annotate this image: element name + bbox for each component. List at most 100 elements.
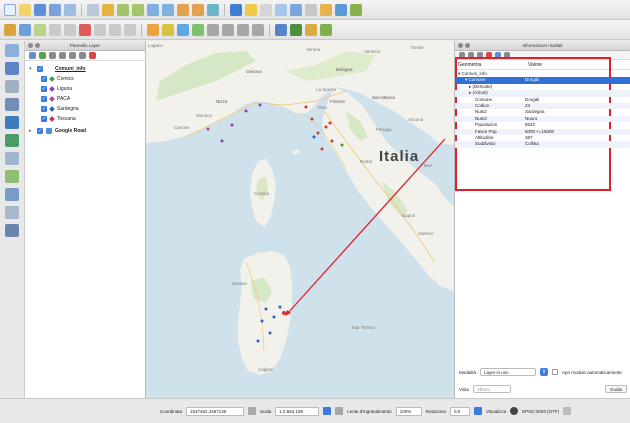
toggle-editing-icon[interactable] xyxy=(4,23,16,36)
add-vector-icon[interactable] xyxy=(5,44,19,57)
diagram-tool-icon[interactable] xyxy=(237,23,249,36)
collapse-all-icon[interactable] xyxy=(79,52,86,59)
layer-group-comuni-info[interactable]: ▾ ✓ Comuni_info xyxy=(29,65,86,73)
node-tool-icon[interactable] xyxy=(64,23,76,36)
select-features-icon[interactable] xyxy=(245,3,257,16)
expand-new-icon[interactable] xyxy=(477,52,483,58)
zoom-in-icon[interactable] xyxy=(117,3,129,16)
crs-label[interactable]: EPSG:3003 (OTF) xyxy=(522,409,559,414)
layer-checkbox[interactable]: ✓ xyxy=(41,106,47,112)
cut-features-icon[interactable] xyxy=(94,23,106,36)
add-wms-icon[interactable] xyxy=(275,23,287,36)
add-wcs-icon[interactable] xyxy=(5,152,19,165)
label-tool-icon[interactable] xyxy=(147,23,159,36)
close-panel-icon[interactable] xyxy=(458,43,463,48)
add-mssql-icon[interactable] xyxy=(5,116,19,129)
refresh-icon[interactable] xyxy=(207,3,219,16)
add-postgis-icon[interactable] xyxy=(5,80,19,93)
annotation-icon[interactable] xyxy=(335,3,347,16)
add-feature-icon[interactable] xyxy=(34,23,46,36)
clear-results-icon[interactable] xyxy=(486,52,492,58)
paste-features-icon[interactable] xyxy=(124,23,136,36)
new-project-icon[interactable] xyxy=(4,3,16,16)
change-label-icon[interactable] xyxy=(222,23,234,36)
render-checkbox[interactable] xyxy=(473,407,482,415)
magnifier-field[interactable]: 100% xyxy=(395,406,422,416)
float-panel-icon[interactable] xyxy=(465,43,470,48)
copy-features-icon[interactable] xyxy=(109,23,121,36)
rotation-field[interactable]: 0,0 xyxy=(449,406,470,416)
close-panel-icon[interactable] xyxy=(28,43,33,48)
coordinate-field[interactable]: 1537462,4467139 xyxy=(186,406,245,416)
layer-item[interactable]: ✓ Toscana xyxy=(41,115,76,123)
layer-item[interactable]: ✓ Sardegna xyxy=(41,105,79,113)
add-virtual-layer-icon[interactable] xyxy=(5,224,19,237)
view-select[interactable]: Albero xyxy=(472,385,511,393)
measure-icon[interactable] xyxy=(320,3,332,16)
python-icon[interactable] xyxy=(305,23,317,36)
move-label-icon[interactable] xyxy=(192,23,204,36)
zoom-next-icon[interactable] xyxy=(192,3,204,16)
pin-labels-icon[interactable] xyxy=(162,23,174,36)
dropdown-arrow-icon[interactable]: ⇕ xyxy=(540,368,549,376)
new-shapefile-icon[interactable] xyxy=(5,206,19,219)
crs-globe-icon[interactable] xyxy=(510,407,519,415)
add-group-icon[interactable] xyxy=(39,52,46,59)
add-raster-icon[interactable] xyxy=(5,62,19,75)
zoom-layer-icon[interactable] xyxy=(162,3,174,16)
collapse-tree-icon[interactable] xyxy=(468,52,474,58)
move-feature-icon[interactable] xyxy=(49,23,61,36)
scale-dropdown-icon[interactable] xyxy=(323,407,332,415)
pan-icon[interactable] xyxy=(87,3,99,16)
layer-item[interactable]: ✓ Comics xyxy=(41,75,74,83)
result-row[interactable]: Suddivisio Collina xyxy=(455,141,630,147)
add-wfs-layer-icon[interactable] xyxy=(5,170,19,183)
auto-open-checkbox[interactable] xyxy=(552,369,559,375)
expand-all-icon[interactable] xyxy=(69,52,76,59)
visibility-icon[interactable] xyxy=(49,52,56,59)
map-tips-icon[interactable] xyxy=(350,3,362,16)
save-as-icon[interactable] xyxy=(49,3,61,16)
layer-checkbox[interactable]: ✓ xyxy=(37,66,43,72)
save-project-icon[interactable] xyxy=(34,3,46,16)
map-canvas[interactable]: Lugano Verona Venezia Trieste Genova Bol… xyxy=(146,41,454,398)
mode-select[interactable]: Layer in uso xyxy=(480,368,537,376)
zoom-last-icon[interactable] xyxy=(177,3,189,16)
layer-item[interactable]: ✓ PACA xyxy=(41,95,70,103)
statistics-icon[interactable] xyxy=(305,3,317,16)
layer-item[interactable]: ✓ Liguria xyxy=(41,85,72,93)
messages-icon[interactable] xyxy=(563,407,572,415)
digitize-tool-icon[interactable] xyxy=(252,23,264,36)
attribute-table-icon[interactable] xyxy=(275,3,287,16)
identify-icon[interactable] xyxy=(230,3,242,16)
zoom-out-icon[interactable] xyxy=(132,3,144,16)
add-spatialite-icon[interactable] xyxy=(5,98,19,111)
layer-google-road[interactable]: ▸ ✓ Google Road xyxy=(29,127,86,135)
save-edits-icon[interactable] xyxy=(19,23,31,36)
layer-checkbox[interactable]: ✓ xyxy=(41,76,47,82)
layer-checkbox[interactable]: ✓ xyxy=(41,96,47,102)
deselect-icon[interactable] xyxy=(260,3,272,16)
field-calculator-icon[interactable] xyxy=(290,3,302,16)
layer-checkbox[interactable]: ✓ xyxy=(41,116,47,122)
add-wms-layer-icon[interactable] xyxy=(5,134,19,147)
pan-to-selection-icon[interactable] xyxy=(102,3,114,16)
print-results-icon[interactable] xyxy=(504,52,510,58)
value-column-header[interactable]: Valore xyxy=(525,61,542,69)
delete-selected-icon[interactable] xyxy=(79,23,91,36)
filter-legend-icon[interactable] xyxy=(59,52,66,59)
add-delimited-text-icon[interactable] xyxy=(5,188,19,201)
expand-arrow-icon[interactable]: ▾ xyxy=(29,66,34,72)
remove-layer-icon[interactable] xyxy=(89,52,96,59)
lock-scale-icon[interactable] xyxy=(335,407,344,415)
layer-checkbox[interactable]: ✓ xyxy=(37,128,43,134)
print-layout-icon[interactable] xyxy=(64,3,76,16)
float-panel-icon[interactable] xyxy=(35,43,40,48)
add-wfs-icon[interactable] xyxy=(290,23,302,36)
open-project-icon[interactable] xyxy=(19,3,31,16)
copy-feature-icon[interactable] xyxy=(495,52,501,58)
open-styling-icon[interactable] xyxy=(29,52,36,59)
toggle-extents-icon[interactable] xyxy=(248,407,257,415)
zoom-full-icon[interactable] xyxy=(147,3,159,16)
expand-arrow-icon[interactable]: ▸ xyxy=(29,128,34,134)
